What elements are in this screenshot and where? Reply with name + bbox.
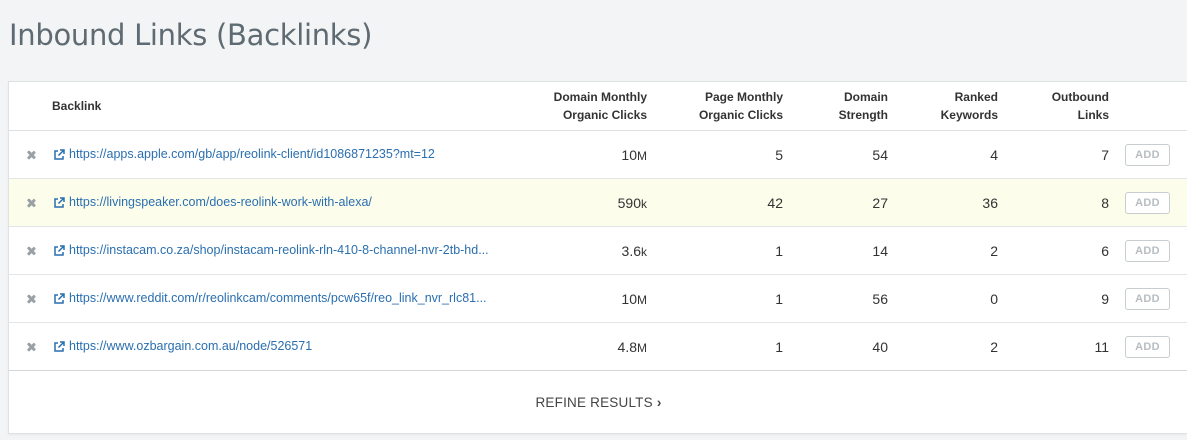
page-monthly-clicks: 5 [775, 147, 783, 163]
domain-monthly-clicks: 590k [617, 195, 647, 211]
header-backlink[interactable]: Backlink [52, 97, 101, 115]
external-link-icon [54, 245, 65, 256]
table-header: Backlink Domain Monthly Organic Clicks P… [9, 82, 1187, 131]
add-button[interactable]: ADD [1125, 144, 1170, 166]
header-page-monthly-organic-clicks[interactable]: Page Monthly Organic Clicks [649, 88, 783, 124]
add-button[interactable]: ADD [1125, 240, 1170, 262]
outbound-links: 8 [1101, 195, 1109, 211]
table-row: https://apps.apple.com/gb/app/reolink-cl… [9, 131, 1187, 179]
page-monthly-clicks: 1 [775, 339, 783, 355]
remove-icon[interactable] [25, 197, 37, 209]
header-domain-strength[interactable]: Domain Strength [799, 88, 888, 124]
external-link-icon [54, 197, 65, 208]
outbound-links: 7 [1101, 147, 1109, 163]
ranked-keywords: 2 [990, 339, 998, 355]
refine-results-button[interactable]: REFINE RESULTS › [9, 372, 1187, 434]
domain-monthly-clicks: 10M [621, 147, 647, 163]
page-monthly-clicks: 42 [767, 195, 783, 211]
domain-strength: 27 [872, 195, 888, 211]
refine-results-label: REFINE RESULTS [535, 395, 653, 410]
external-link-icon [54, 341, 65, 352]
page-title: Inbound Links (Backlinks) [9, 18, 373, 52]
backlink-url[interactable]: https://www.ozbargain.com.au/node/526571 [69, 339, 312, 353]
page-monthly-clicks: 1 [775, 243, 783, 259]
header-ranked-keywords[interactable]: Ranked Keywords [909, 88, 998, 124]
table-row: https://instacam.co.za/shop/instacam-reo… [9, 227, 1187, 275]
table-row: https://www.reddit.com/r/reolinkcam/comm… [9, 275, 1187, 323]
outbound-links: 6 [1101, 243, 1109, 259]
outbound-links: 11 [1094, 339, 1109, 355]
add-button[interactable]: ADD [1125, 288, 1170, 310]
remove-icon[interactable] [25, 293, 37, 305]
domain-monthly-clicks: 10M [621, 291, 647, 307]
remove-icon[interactable] [25, 149, 37, 161]
page-monthly-clicks: 1 [775, 291, 783, 307]
backlinks-table: Backlink Domain Monthly Organic Clicks P… [8, 81, 1187, 434]
domain-strength: 56 [872, 291, 888, 307]
domain-strength: 40 [872, 339, 888, 355]
ranked-keywords: 0 [990, 291, 998, 307]
add-button[interactable]: ADD [1125, 336, 1170, 358]
header-domain-monthly-organic-clicks[interactable]: Domain Monthly Organic Clicks [509, 88, 647, 124]
ranked-keywords: 2 [990, 243, 998, 259]
remove-icon[interactable] [25, 245, 37, 257]
backlink-url[interactable]: https://apps.apple.com/gb/app/reolink-cl… [69, 147, 435, 161]
ranked-keywords: 4 [990, 147, 998, 163]
table-row: https://www.ozbargain.com.au/node/526571… [9, 323, 1187, 371]
ranked-keywords: 36 [982, 195, 998, 211]
domain-strength: 14 [872, 243, 888, 259]
chevron-right-icon: › [656, 395, 662, 410]
external-link-icon [54, 293, 65, 304]
domain-strength: 54 [872, 147, 888, 163]
remove-icon[interactable] [25, 341, 37, 353]
add-button[interactable]: ADD [1125, 192, 1170, 214]
header-outbound-links[interactable]: Outbound Links [1019, 88, 1109, 124]
domain-monthly-clicks: 3.6k [621, 243, 647, 259]
table-row: https://livingspeaker.com/does-reolink-w… [9, 179, 1187, 227]
outbound-links: 9 [1101, 291, 1109, 307]
backlink-url[interactable]: https://instacam.co.za/shop/instacam-reo… [69, 243, 489, 257]
backlink-url[interactable]: https://www.reddit.com/r/reolinkcam/comm… [69, 291, 487, 305]
backlink-url[interactable]: https://livingspeaker.com/does-reolink-w… [69, 195, 372, 209]
external-link-icon [54, 149, 65, 160]
domain-monthly-clicks: 4.8M [617, 339, 647, 355]
